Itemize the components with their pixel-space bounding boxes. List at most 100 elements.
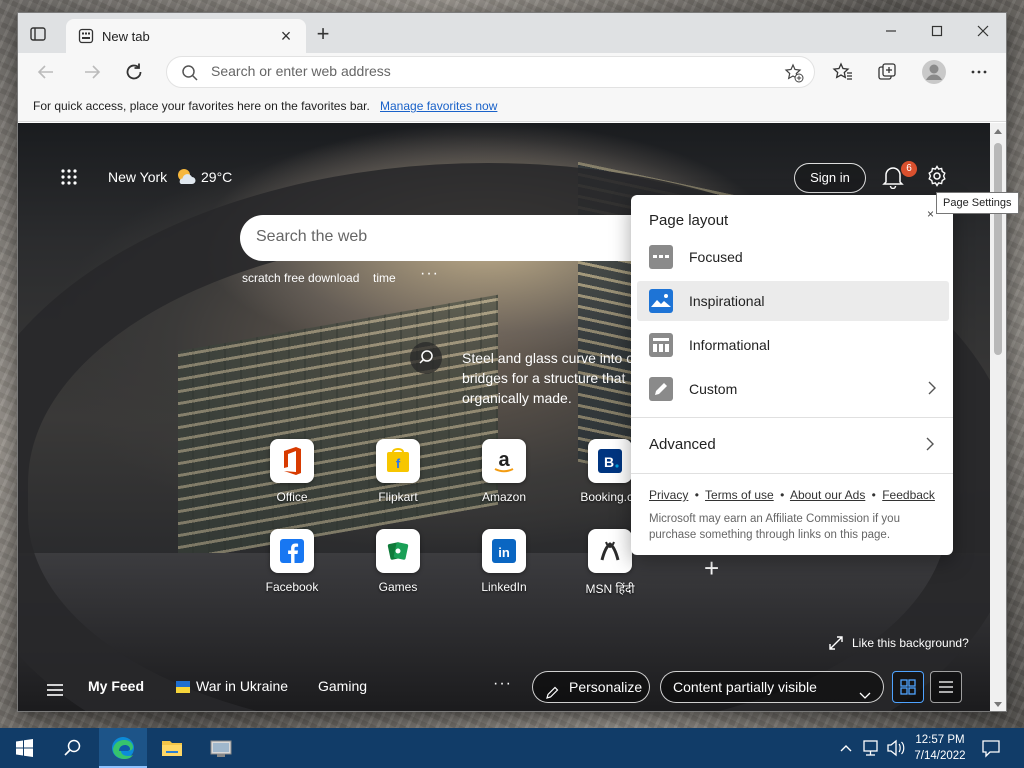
quick-link-amazon[interactable]: a Amazon <box>466 439 542 519</box>
flyout-footer-links: Privacy • Terms of use • About our Ads •… <box>649 488 935 502</box>
taskbar: 12:57 PM 7/14/2022 <box>0 728 1024 768</box>
divider <box>631 417 953 418</box>
add-quick-link-icon[interactable]: + <box>704 553 719 584</box>
weather-city[interactable]: New York <box>108 169 167 185</box>
browser-toolbar <box>18 53 1006 91</box>
like-background-link[interactable]: Like this background? <box>852 636 969 650</box>
list-view-icon[interactable] <box>930 671 962 703</box>
my-feed-tab[interactable]: My Feed <box>88 678 144 694</box>
grid-view-icon[interactable] <box>892 671 924 703</box>
web-search-input[interactable] <box>256 228 636 246</box>
address-input[interactable] <box>211 63 771 79</box>
quick-link-flipkart[interactable]: f Flipkart <box>360 439 436 519</box>
app-launcher-icon[interactable] <box>60 168 78 186</box>
forward-button[interactable] <box>80 60 104 84</box>
quick-link-facebook[interactable]: Facebook <box>254 529 330 609</box>
more-options-icon[interactable] <box>968 61 990 83</box>
scroll-down-arrow-icon[interactable] <box>994 702 1002 707</box>
notification-count-badge: 6 <box>901 161 917 177</box>
page-settings-tooltip: Page Settings <box>936 192 1019 214</box>
windows-start-icon[interactable] <box>0 728 48 768</box>
privacy-link[interactable]: Privacy <box>649 488 688 502</box>
layout-option-label: Inspirational <box>689 293 765 309</box>
custom-layout-pencil-icon <box>649 377 673 401</box>
scroll-up-arrow-icon[interactable] <box>994 129 1002 134</box>
feed-topic-war-in-ukraine[interactable]: War in Ukraine <box>196 678 288 694</box>
partly-sunny-icon <box>175 166 197 188</box>
quick-link-label: Facebook <box>265 580 319 594</box>
trending-more-button[interactable]: ··· <box>420 265 439 283</box>
personalize-button[interactable]: Personalize <box>532 671 650 703</box>
volume-icon[interactable] <box>884 728 906 768</box>
chevron-right-icon <box>927 381 937 398</box>
server-manager-taskbar-icon[interactable] <box>197 728 245 768</box>
page-layout-flyout: Page layout × Focused Inspirational Info… <box>631 195 953 555</box>
trending-search-2[interactable]: time <box>373 271 396 285</box>
link-separator: • <box>780 488 785 502</box>
minimize-button[interactable] <box>868 21 914 45</box>
advanced-settings-item[interactable]: Advanced <box>631 425 953 465</box>
flyout-title: Page layout <box>649 212 729 229</box>
inspirational-layout-icon <box>649 289 673 313</box>
back-button[interactable] <box>34 60 58 84</box>
layout-option-inspirational[interactable]: Inspirational <box>637 281 949 321</box>
layout-option-label: Focused <box>689 249 743 265</box>
scrollbar-thumb[interactable] <box>994 143 1002 355</box>
layout-option-label: Informational <box>689 337 770 353</box>
web-search-box[interactable] <box>240 215 660 261</box>
trending-search-1[interactable]: scratch free download <box>242 271 359 285</box>
quick-link-office[interactable]: Office <box>254 439 330 519</box>
quick-link-linkedin[interactable]: in LinkedIn <box>466 529 542 609</box>
svg-text:in: in <box>498 545 510 560</box>
edge-taskbar-icon[interactable] <box>99 728 147 768</box>
favorites-icon[interactable] <box>832 61 854 83</box>
notification-center-icon[interactable] <box>980 728 1002 768</box>
close-window-button[interactable] <box>960 21 1006 45</box>
weather-temperature[interactable]: 29°C <box>201 169 232 185</box>
tab-actions-icon[interactable] <box>28 24 48 44</box>
quick-link-games[interactable]: Games <box>360 529 436 609</box>
manage-favorites-link[interactable]: Manage favorites now <box>380 99 497 113</box>
feed-topic-gaming[interactable]: Gaming <box>318 678 367 694</box>
layout-option-focused[interactable]: Focused <box>637 237 949 277</box>
quick-link-label: Amazon <box>481 490 527 504</box>
feedback-link[interactable]: Feedback <box>882 488 935 502</box>
advanced-label: Advanced <box>649 436 716 453</box>
page-settings-gear-icon[interactable] <box>926 165 948 187</box>
facebook-icon <box>270 529 314 573</box>
favorites-bar-hint: For quick access, place your favorites h… <box>33 99 370 113</box>
svg-text:a: a <box>498 449 510 471</box>
content-visibility-dropdown[interactable]: Content partially visible <box>660 671 884 703</box>
collections-icon[interactable] <box>876 61 898 83</box>
close-icon[interactable]: × <box>927 207 934 221</box>
close-tab-icon[interactable]: × <box>276 26 296 46</box>
layout-option-informational[interactable]: Informational <box>637 325 949 365</box>
sign-in-button[interactable]: Sign in <box>794 163 866 193</box>
address-bar[interactable] <box>166 56 815 88</box>
profile-avatar-icon[interactable] <box>921 59 947 85</box>
clock-date: 7/14/2022 <box>914 750 966 762</box>
maximize-button[interactable] <box>914 21 960 45</box>
office-icon <box>270 439 314 483</box>
file-explorer-taskbar-icon[interactable] <box>148 728 196 768</box>
booking-icon: B <box>588 439 632 483</box>
refresh-button[interactable] <box>122 60 146 84</box>
tab-new-tab[interactable]: New tab × <box>66 19 306 53</box>
add-favorite-icon[interactable] <box>784 63 804 83</box>
hamburger-menu-icon[interactable] <box>46 683 64 697</box>
network-icon[interactable] <box>860 728 882 768</box>
tab-bar: New tab × + <box>18 13 1006 53</box>
expand-icon <box>828 635 844 651</box>
ntp-header: New York 29°C Sign in 6 <box>18 123 990 193</box>
taskbar-clock[interactable]: 12:57 PM 7/14/2022 <box>908 732 972 764</box>
layout-option-custom[interactable]: Custom <box>637 369 949 409</box>
about-our-ads-link[interactable]: About our Ads <box>790 488 865 502</box>
feed-more-button[interactable]: ··· <box>493 675 512 693</box>
quick-link-label: Games <box>378 580 418 594</box>
quick-link-label: Flipkart <box>378 490 418 504</box>
terms-of-use-link[interactable]: Terms of use <box>705 488 774 502</box>
taskbar-search-icon[interactable] <box>48 728 96 768</box>
background-info-search-icon[interactable] <box>410 342 442 374</box>
new-tab-button[interactable]: + <box>312 23 334 45</box>
show-hidden-icons-chevron-icon[interactable] <box>836 728 856 768</box>
